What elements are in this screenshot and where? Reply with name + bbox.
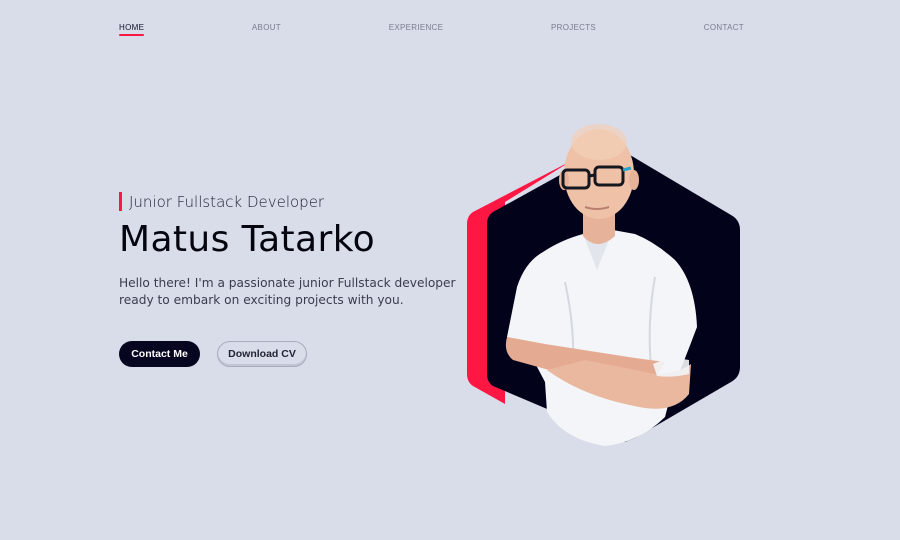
nav-item-home[interactable]: HOME [119, 23, 145, 36]
nav-item-contact[interactable]: CONTACT [704, 23, 744, 34]
role-accent-bar [119, 192, 122, 211]
page: HOME ABOUT EXPERIENCE PROJECTS CONTACT J… [0, 0, 900, 540]
download-cv-button[interactable]: Download CV [217, 341, 307, 367]
nav-item-projects[interactable]: PROJECTS [551, 23, 596, 34]
contact-me-button[interactable]: Contact Me [119, 341, 200, 367]
hero-intro: Hello there! I'm a passionate junior Ful… [119, 276, 456, 307]
top-navigation: HOME ABOUT EXPERIENCE PROJECTS CONTACT [119, 20, 744, 36]
hero-name: Matus Tatarko [119, 219, 376, 260]
nav-item-experience[interactable]: EXPERIENCE [389, 23, 444, 34]
role-subtitle: Junior Fullstack Developer [119, 192, 324, 211]
role-text: Junior Fullstack Developer [129, 192, 325, 211]
nav-item-about[interactable]: ABOUT [252, 23, 281, 34]
profile-portrait [467, 124, 740, 446]
